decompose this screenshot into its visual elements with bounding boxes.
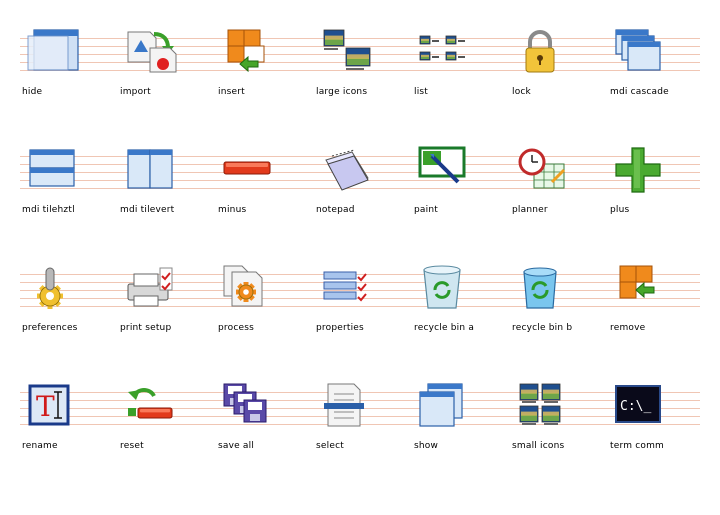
icon-row: mdi tilehztl mdi tilevert minus notepad pain…: [0, 146, 720, 266]
icon-label: preferences: [22, 323, 78, 333]
recycle-bin-b-icon: [523, 267, 557, 309]
show-icon: [419, 383, 463, 427]
term-comm-icon: C:\_: [615, 385, 661, 423]
icon-label: print setup: [120, 323, 172, 333]
icon-label: import: [120, 87, 151, 97]
icon-label: mdi tilevert: [120, 205, 175, 215]
icon-label: select: [316, 441, 344, 451]
planner-icon: [518, 148, 566, 189]
icon-label: process: [218, 323, 254, 333]
insert-icon: [227, 29, 265, 73]
rename-tile: Trename: [22, 384, 120, 494]
save-all-icon: [223, 383, 267, 423]
mdi-cascade-icon: [615, 29, 661, 71]
remove-tile: remove: [610, 265, 708, 376]
select-tile: select: [316, 383, 414, 494]
notepad-tile: notepad: [316, 148, 414, 258]
process-icon: [223, 265, 263, 307]
minus-tile: minus: [218, 148, 316, 258]
mdi-tilehztl-icon: [29, 149, 75, 187]
icon-label: rename: [22, 441, 58, 451]
icon-label: lock: [512, 87, 531, 97]
plus-icon: [615, 147, 661, 193]
icon-label: save all: [218, 441, 255, 451]
print-setup-tile: print setup: [120, 266, 218, 376]
import-icon: [127, 31, 177, 73]
icon-label: insert: [218, 87, 245, 97]
icon-label: list: [414, 87, 429, 97]
paint-icon: [418, 146, 466, 184]
lock-icon: [525, 30, 555, 73]
recycle-bin-a-icon: [423, 265, 461, 309]
preferences-icon: [37, 267, 63, 309]
icon-row: Trename reset save all select show small icon…: [0, 383, 720, 502]
properties-icon: [323, 271, 367, 302]
smalls-icon-tile: small icons: [512, 383, 610, 494]
icon-label: minus: [218, 205, 247, 215]
planner-tile: planner: [512, 148, 610, 258]
icon-label: show: [414, 441, 439, 451]
large-icons-icon: [323, 29, 371, 70]
rename-icon: T: [28, 384, 70, 426]
reset-icon: [128, 388, 173, 419]
list-icon: [419, 35, 465, 61]
list-tile: list: [414, 30, 512, 140]
icon-label: reset: [120, 441, 144, 451]
remove-icon: [619, 265, 655, 299]
icon-row: preferences print setup process properties r…: [0, 265, 720, 384]
larges-icon-tile: large icons: [316, 29, 414, 140]
lock-tile: lock: [512, 30, 610, 140]
process-tile: process: [218, 265, 316, 376]
icon-label: properties: [316, 323, 364, 333]
mdi-tilevert-tile: mdi tilevert: [120, 148, 218, 258]
mdi-tilevert-icon: [127, 149, 173, 189]
recycle-bin-a-tile: recycle bin a: [414, 265, 512, 376]
small-icons-icon: [519, 383, 561, 425]
mdi-tilehztl-tile: mdi tilehztl: [22, 148, 120, 258]
terminal-prompt: C:\_: [620, 399, 651, 414]
icon-label: small icons: [512, 441, 565, 451]
icon-label: remove: [610, 323, 646, 333]
icon-sheet: hide import insert large icons list lock mdi c…: [0, 0, 720, 515]
notepad-icon: [325, 149, 369, 191]
hide-tile: hide: [22, 29, 120, 140]
icon-label: recycle bin a: [414, 323, 475, 333]
print-setup-icon: [127, 267, 173, 307]
show-tile: show: [414, 383, 512, 494]
icon-label: hide: [22, 87, 43, 97]
rename-glyph: T: [36, 390, 55, 423]
icon-row: hide import insert large icons list lock mdi c…: [0, 29, 720, 148]
minus-icon: [223, 161, 271, 175]
icon-label: mdi cascade: [610, 87, 669, 97]
icon-label: plus: [610, 205, 630, 215]
mdi-cascade-tile: mdi cascade: [610, 29, 708, 140]
insert-tile: insert: [218, 29, 316, 140]
plus-tile: plus: [610, 147, 708, 258]
properties-tile: properties: [316, 266, 414, 376]
recycle-bin-b-tile: recycle bin b: [512, 266, 610, 376]
preferences-tile: preferences: [22, 266, 120, 376]
hide-icon: [27, 29, 79, 71]
term-comm-tile: C:\_term comm: [610, 384, 708, 494]
import-tile: import: [120, 30, 218, 140]
save-all-tile: save all: [218, 383, 316, 494]
icon-label: large icons: [316, 87, 368, 97]
paint-tile: paint: [414, 146, 512, 258]
icon-label: term comm: [610, 441, 665, 451]
icon-label: planner: [512, 205, 548, 215]
reset-tile: reset: [120, 384, 218, 494]
icon-label: recycle bin b: [512, 323, 573, 333]
icon-label: paint: [414, 205, 438, 215]
select-icon: [324, 383, 364, 427]
icon-label: mdi tilehztl: [22, 205, 75, 215]
icon-label: notepad: [316, 205, 355, 215]
